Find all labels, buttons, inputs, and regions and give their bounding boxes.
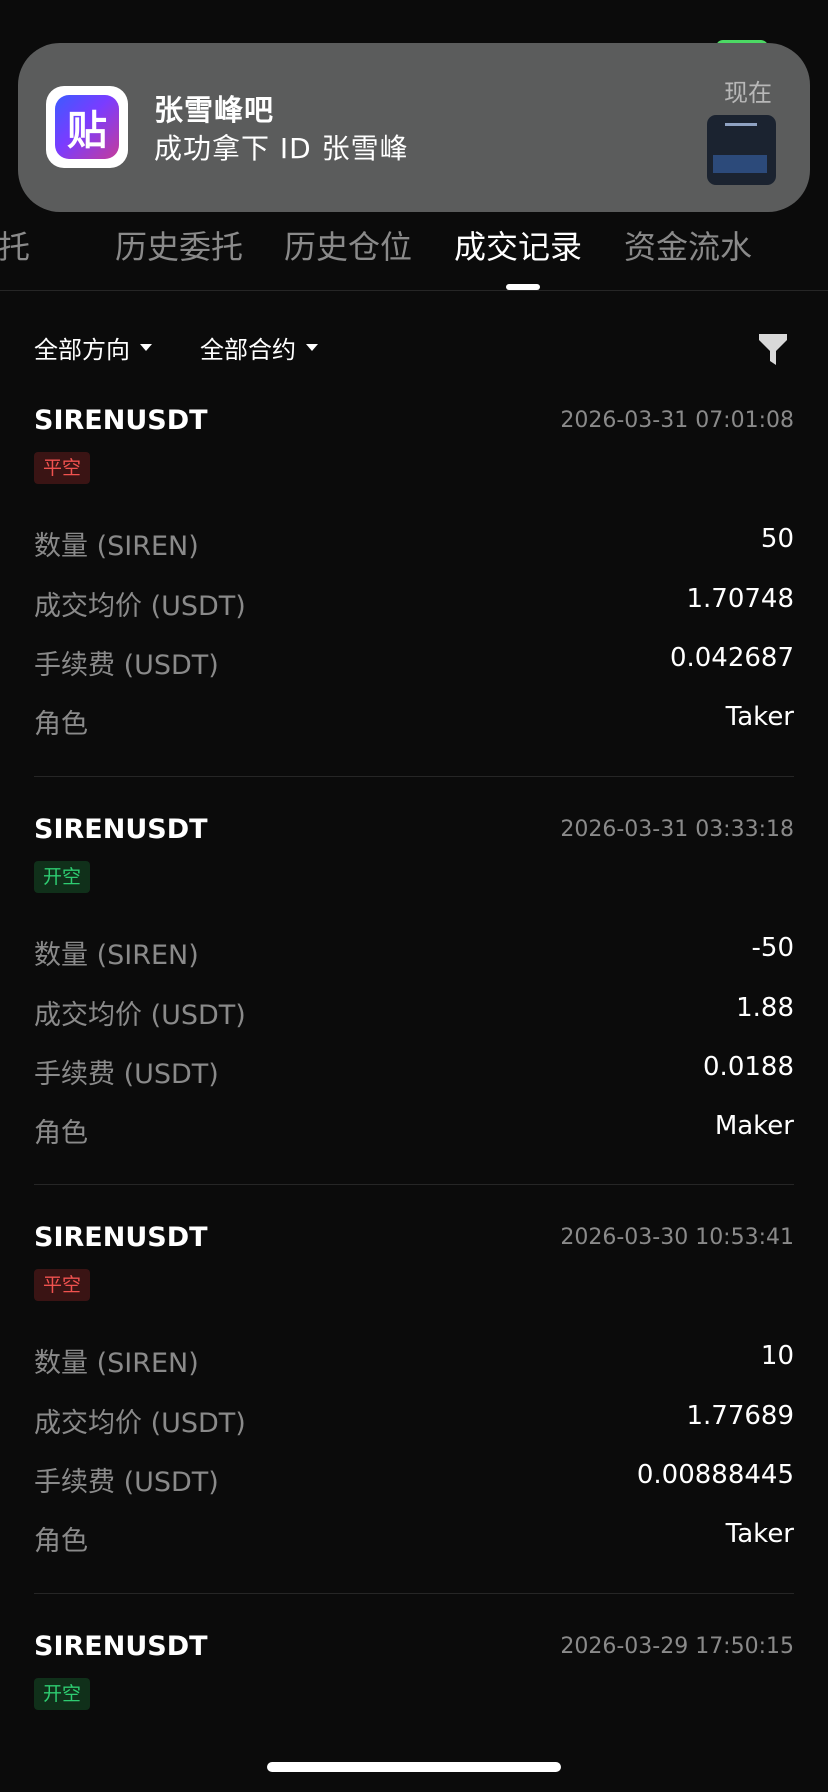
record-symbol: SIRENUSDT <box>34 814 208 845</box>
caret-down-icon <box>140 344 152 351</box>
quantity-value: 50 <box>760 524 794 554</box>
home-indicator[interactable] <box>267 1762 561 1772</box>
role-row: 角色 Maker <box>34 1111 794 1151</box>
role-row: 角色 Taker <box>34 1519 794 1559</box>
avg-price-label: 成交均价 (USDT) <box>34 1000 246 1031</box>
notification-thumbnail <box>707 115 776 185</box>
fee-value: 0.0188 <box>703 1052 794 1082</box>
record-symbol: SIRENUSDT <box>34 1631 208 1662</box>
divider <box>34 1593 794 1594</box>
quantity-row: 数量 (SIREN) 10 <box>34 1341 794 1381</box>
contract-filter-dropdown[interactable]: 全部合约 <box>200 330 318 365</box>
notification-time: 现在 <box>724 79 772 107</box>
quantity-label: 数量 (SIREN) <box>34 531 199 562</box>
tab-funding-flow[interactable]: 资金流水 <box>624 222 752 268</box>
fee-label: 手续费 (USDT) <box>34 650 219 681</box>
side-badge: 平空 <box>34 1269 91 1301</box>
app-icon-glyph: 贴 <box>67 108 107 154</box>
quantity-label: 数量 (SIREN) <box>34 940 199 971</box>
role-label: 角色 <box>34 1526 88 1557</box>
notification-body: 成功拿下 ID 张雪峰 <box>154 132 409 165</box>
quantity-row: 数量 (SIREN) -50 <box>34 933 794 973</box>
record-symbol: SIRENUSDT <box>34 1222 208 1253</box>
record-time: 2026-03-29 17:50:15 <box>560 1634 794 1659</box>
avg-price-value: 1.88 <box>736 993 794 1023</box>
quantity-row: 数量 (SIREN) 50 <box>34 524 794 564</box>
quantity-value: -50 <box>751 933 794 963</box>
avg-price-row: 成交均价 (USDT) 1.70748 <box>34 584 794 624</box>
quantity-label: 数量 (SIREN) <box>34 1348 199 1379</box>
side-badge: 平空 <box>34 452 91 484</box>
record-time: 2026-03-30 10:53:41 <box>560 1225 794 1250</box>
record-time: 2026-03-31 03:33:18 <box>560 817 794 842</box>
tab-current-orders[interactable]: 托 <box>0 222 30 268</box>
role-label: 角色 <box>34 709 88 740</box>
avg-price-row: 成交均价 (USDT) 1.88 <box>34 993 794 1033</box>
direction-filter-label: 全部方向 <box>34 336 130 364</box>
divider <box>34 1184 794 1185</box>
contract-filter-label: 全部合约 <box>200 336 296 364</box>
divider <box>0 290 828 291</box>
record-tabs: 托 历史委托 历史仓位 成交记录 资金流水 <box>0 212 828 292</box>
fee-row: 手续费 (USDT) 0.00888445 <box>34 1460 794 1500</box>
tieba-app-icon: 贴 <box>46 86 128 168</box>
divider <box>34 776 794 777</box>
status-bar <box>0 0 828 66</box>
trade-history-screen: 贴 张雪峰吧 成功拿下 ID 张雪峰 现在 托 历史委托 历史仓位 成交记录 资… <box>0 0 828 1792</box>
avg-price-row: 成交均价 (USDT) 1.77689 <box>34 1401 794 1441</box>
avg-price-label: 成交均价 (USDT) <box>34 591 246 622</box>
fee-row: 手续费 (USDT) 0.0188 <box>34 1052 794 1092</box>
side-badge: 开空 <box>34 861 91 893</box>
direction-filter-dropdown[interactable]: 全部方向 <box>34 330 152 365</box>
record-symbol: SIRENUSDT <box>34 405 208 436</box>
tab-position-history[interactable]: 历史仓位 <box>284 222 412 268</box>
fee-label: 手续费 (USDT) <box>34 1467 219 1498</box>
fee-value: 0.00888445 <box>636 1460 794 1490</box>
thumbnail-detail <box>725 123 757 126</box>
side-badge: 开空 <box>34 1678 91 1710</box>
avg-price-value: 1.70748 <box>686 584 794 614</box>
push-notification-banner[interactable]: 贴 张雪峰吧 成功拿下 ID 张雪峰 现在 <box>18 43 810 212</box>
avg-price-value: 1.77689 <box>686 1401 794 1431</box>
funnel-icon[interactable] <box>758 332 788 368</box>
role-label: 角色 <box>34 1118 88 1149</box>
tab-order-history[interactable]: 历史委托 <box>115 222 243 268</box>
notification-title: 张雪峰吧 <box>154 93 275 127</box>
role-row: 角色 Taker <box>34 702 794 742</box>
role-value: Taker <box>725 702 794 732</box>
caret-down-icon <box>306 344 318 351</box>
fee-value: 0.042687 <box>669 643 794 673</box>
role-value: Maker <box>714 1111 794 1141</box>
fee-label: 手续费 (USDT) <box>34 1059 219 1090</box>
avg-price-label: 成交均价 (USDT) <box>34 1408 246 1439</box>
role-value: Taker <box>725 1519 794 1549</box>
tab-trade-history[interactable]: 成交记录 <box>454 222 582 268</box>
fee-row: 手续费 (USDT) 0.042687 <box>34 643 794 683</box>
thumbnail-detail <box>713 155 767 173</box>
quantity-value: 10 <box>760 1341 794 1371</box>
record-time: 2026-03-31 07:01:08 <box>560 408 794 433</box>
